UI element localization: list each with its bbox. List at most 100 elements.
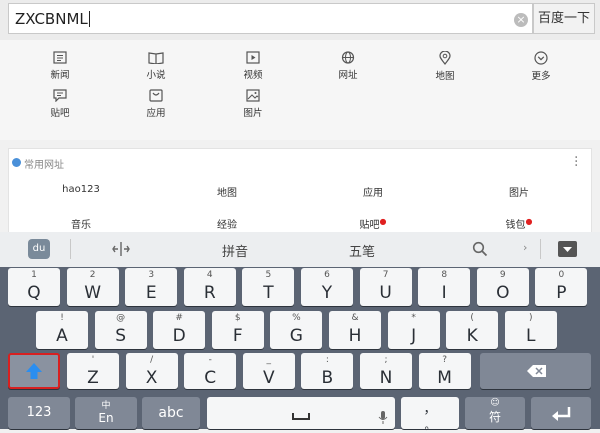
key-n[interactable]: ; N	[360, 353, 412, 389]
site-link-label: 贴吧	[359, 220, 380, 231]
symbols-main-label: 符	[488, 410, 501, 424]
punctuation-key[interactable]: ， 。	[401, 397, 459, 432]
nav-item-news[interactable]: 新闻	[30, 51, 90, 91]
key-l[interactable]: ) L	[504, 311, 557, 349]
nav-item-sites[interactable]: 网址	[318, 51, 378, 91]
baidu-paw-icon[interactable]: du	[28, 239, 50, 259]
nav-label: 贴吧	[50, 108, 70, 119]
text-caret	[88, 11, 90, 27]
key-p[interactable]: 0P	[535, 268, 588, 306]
site-link-hao123[interactable]: hao123	[21, 184, 141, 195]
key-e[interactable]: 3E	[125, 268, 178, 306]
key-v[interactable]: _ V	[242, 353, 295, 389]
key-primary-label: I	[441, 283, 447, 303]
collapse-keyboard-button[interactable]	[558, 241, 577, 257]
nav-item-more[interactable]: 更多	[511, 51, 571, 91]
key-primary-label: R	[203, 283, 216, 303]
common-sites-title: 常用网址	[24, 160, 64, 171]
image-icon	[246, 89, 260, 102]
more-options-icon[interactable]: · · ·	[574, 151, 578, 173]
book-icon	[148, 52, 164, 64]
numbers-key[interactable]: 123	[8, 397, 70, 429]
key-secondary-label: !	[60, 313, 64, 323]
globe-icon	[341, 51, 355, 64]
key-h[interactable]: & H	[329, 311, 381, 349]
mode-wubi[interactable]: 五笔	[349, 241, 375, 260]
cursor-move-icon[interactable]	[112, 240, 130, 258]
toolbar-divider	[540, 239, 541, 259]
key-d[interactable]: # D	[153, 311, 206, 349]
chat-icon	[53, 89, 67, 102]
symbols-key[interactable]: ☺ 符	[465, 397, 525, 429]
site-link-music[interactable]: 音乐	[21, 216, 141, 231]
nav-label: 新闻	[50, 70, 70, 81]
nav-item-images[interactable]: 图片	[223, 89, 283, 129]
key-secondary-label: 6	[324, 270, 330, 280]
key-i[interactable]: 8I	[418, 268, 471, 306]
key-g[interactable]: % G	[270, 311, 323, 349]
site-link-map[interactable]: 地图	[167, 184, 287, 199]
key-a[interactable]: ! A	[36, 311, 88, 349]
space-key[interactable]	[207, 397, 395, 429]
key-secondary-label: 3	[148, 270, 155, 280]
triangle-down-icon	[563, 247, 572, 252]
key-o[interactable]: 9O	[476, 268, 529, 306]
punctuation-main-label: ，	[423, 402, 437, 417]
search-input[interactable]: ZXCBNML ×	[8, 3, 533, 34]
key-q[interactable]: 1Q	[8, 268, 60, 306]
key-primary-label: C	[204, 368, 217, 388]
site-link-experience[interactable]: 经验	[167, 216, 287, 231]
key-f[interactable]: $ F	[211, 311, 264, 349]
nav-item-video[interactable]: 视频	[223, 51, 283, 91]
abc-key[interactable]: abc	[142, 397, 200, 429]
search-query-text: ZXCBNML	[15, 10, 90, 28]
nav-label: 地图	[435, 71, 455, 82]
key-z[interactable]: ' Z	[67, 353, 119, 389]
app-icon	[149, 89, 163, 102]
enter-key[interactable]	[531, 397, 591, 429]
site-link-images[interactable]: 图片	[459, 184, 579, 199]
key-primary-label: K	[466, 326, 478, 346]
key-r[interactable]: 4R	[183, 268, 236, 306]
nav-item-tieba[interactable]: 贴吧	[30, 89, 90, 129]
site-link-tieba[interactable]: 贴吧●	[313, 216, 433, 231]
key-b[interactable]: :B	[301, 353, 354, 389]
key-primary-label: H	[348, 326, 362, 346]
language-toggle-key[interactable]: 中 En	[75, 397, 137, 429]
key-w[interactable]: 2W	[66, 268, 119, 306]
key-primary-label: A	[56, 326, 68, 346]
nav-label: 图片	[243, 108, 263, 119]
key-k[interactable]: (K	[446, 311, 499, 349]
nav-item-apps[interactable]: 应用	[126, 89, 186, 129]
site-link-apps[interactable]: 应用	[313, 184, 433, 199]
key-secondary-label: %	[292, 313, 301, 323]
chevron-right-icon[interactable]: ›	[523, 241, 527, 254]
key-s[interactable]: @ S	[94, 311, 147, 349]
key-primary-label: B	[321, 368, 334, 388]
key-x[interactable]: / X	[125, 353, 178, 389]
search-icon[interactable]	[472, 241, 488, 257]
key-primary-label: G	[289, 326, 303, 346]
clear-icon[interactable]: ×	[514, 13, 528, 27]
key-secondary-label: 2	[89, 270, 96, 280]
key-primary-label: X	[145, 368, 158, 388]
mode-pinyin[interactable]: 拼音	[222, 241, 248, 260]
key-primary-label: V	[262, 368, 275, 388]
key-secondary-label: /	[150, 355, 154, 365]
nav-item-map[interactable]: 地图	[415, 51, 475, 91]
key-t[interactable]: 5T	[242, 268, 295, 306]
key-secondary-label: *	[411, 313, 416, 323]
key-y[interactable]: 6Y	[301, 268, 353, 306]
backspace-key[interactable]	[480, 353, 591, 389]
nav-item-novel[interactable]: 小说	[126, 51, 186, 91]
shift-key[interactable]	[8, 353, 60, 389]
key-u[interactable]: 7U	[359, 268, 412, 306]
key-primary-label: F	[232, 326, 243, 346]
site-link-wallet[interactable]: 钱包●	[459, 216, 579, 231]
quick-nav: 新闻 小说 视频 网址 地图 更多 贴吧 应用 图片	[0, 40, 600, 140]
key-c[interactable]: -C	[184, 353, 237, 389]
key-m[interactable]: ? M	[418, 353, 471, 389]
key-j[interactable]: * J	[387, 311, 440, 349]
search-button[interactable]: 百度一下	[533, 3, 595, 34]
key-primary-label: T	[263, 283, 274, 303]
